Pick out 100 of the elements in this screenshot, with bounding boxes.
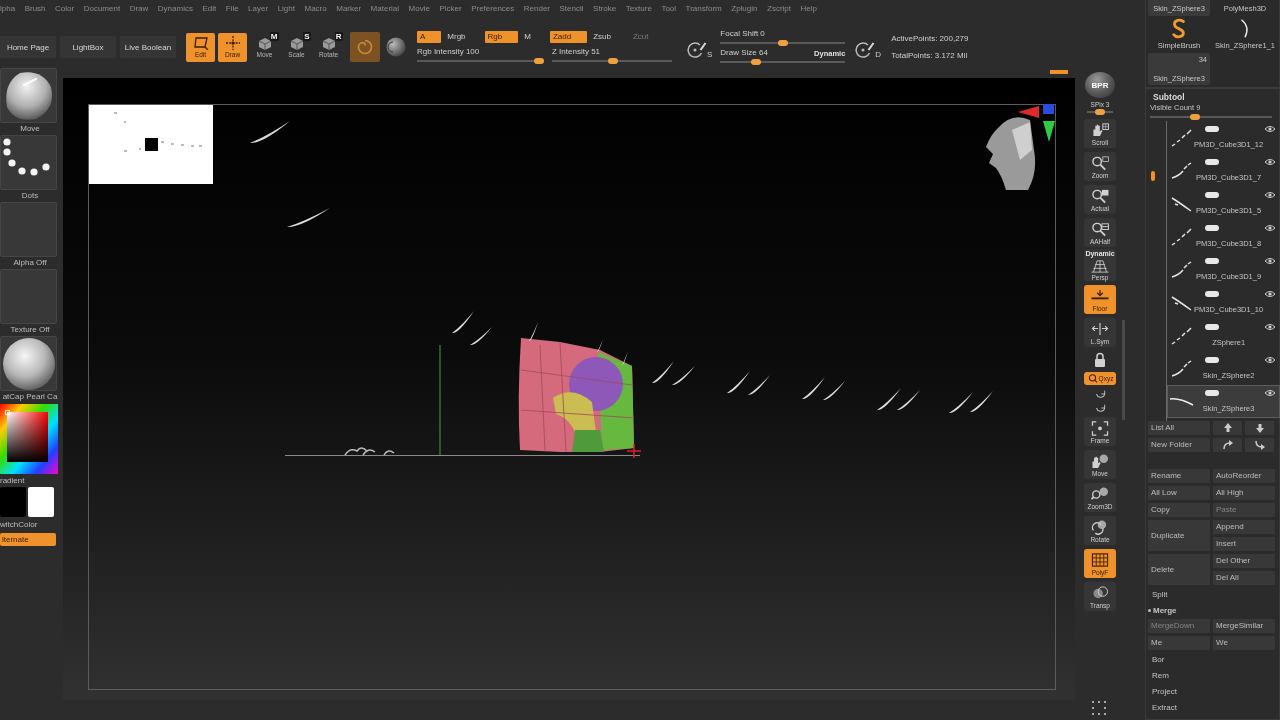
list-scroll-thumb[interactable] — [1151, 171, 1155, 181]
action-button[interactable]: AutoReorder — [1213, 469, 1275, 483]
eye-icon[interactable] — [1264, 256, 1277, 265]
circle-pen-button[interactable]: S — [687, 35, 713, 59]
slider-thumb[interactable] — [777, 40, 788, 46]
menu-item[interactable]: Stencil — [559, 3, 584, 13]
slider-thumb[interactable] — [534, 57, 544, 64]
menu-item[interactable]: Stroke — [593, 3, 617, 13]
rotate-arrow-icon[interactable] — [1094, 389, 1106, 399]
menu-item[interactable]: Macro — [304, 3, 327, 13]
alternate-button[interactable]: lternate — [0, 533, 56, 546]
menu-item[interactable]: Marker — [336, 3, 362, 13]
nav-button[interactable]: Live Boolean — [120, 36, 176, 58]
nav-button[interactable]: LightBox — [60, 36, 116, 58]
section-header[interactable]: Extract — [1152, 701, 1177, 714]
menu-item[interactable]: Edit — [202, 3, 217, 13]
channel-toggle[interactable]: A — [417, 31, 442, 43]
action-button[interactable]: Duplicate — [1148, 520, 1210, 551]
channel-toggle[interactable]: Zadd — [549, 31, 588, 43]
menu-item[interactable]: Light — [277, 3, 295, 13]
switch-color-button[interactable]: witchColor — [0, 519, 38, 531]
menu-item[interactable]: Draw — [129, 3, 149, 13]
menu-item[interactable]: File — [225, 3, 239, 13]
menu-item[interactable]: Preferences — [471, 3, 515, 13]
section-header[interactable]: Split — [1152, 588, 1168, 601]
menu-item[interactable]: Material — [370, 3, 400, 13]
menu-item[interactable]: Help — [800, 3, 817, 13]
nav-button[interactable]: Home Page — [0, 36, 56, 58]
eye-icon[interactable] — [1264, 322, 1277, 331]
eye-icon[interactable] — [1264, 124, 1277, 133]
action-button[interactable]: We — [1213, 636, 1275, 650]
menu-item[interactable]: Zplugin — [731, 3, 758, 13]
rotate-arrow-icon[interactable] — [1094, 403, 1106, 413]
action-button[interactable]: All High — [1213, 486, 1275, 500]
section-header[interactable]: Rem — [1152, 669, 1169, 682]
slider-thumb[interactable] — [608, 57, 619, 64]
menu-item[interactable]: Render — [523, 3, 551, 13]
menu-item[interactable]: Picker — [439, 3, 462, 13]
orientation-gizmo[interactable] — [986, 104, 1055, 190]
curved-arrow-button[interactable] — [1213, 438, 1242, 452]
color-swatch[interactable] — [0, 487, 26, 517]
slider-track[interactable] — [417, 57, 544, 64]
color-swatch[interactable] — [28, 487, 54, 517]
slider-thumb[interactable] — [1095, 109, 1105, 115]
resize-handle[interactable] — [1050, 70, 1068, 74]
menu-item[interactable]: Document — [83, 3, 121, 13]
action-button[interactable]: Del Other — [1213, 554, 1275, 568]
folder-button[interactable]: New Folder — [1148, 438, 1210, 452]
slider-thumb[interactable] — [751, 59, 762, 65]
alpha-thumbnail-button[interactable] — [0, 202, 57, 257]
render-sphere-button[interactable]: BPR — [1085, 72, 1115, 98]
eye-icon[interactable] — [1264, 355, 1277, 364]
slider-thumb[interactable] — [1190, 114, 1201, 120]
menu-item[interactable]: Tool — [661, 3, 677, 13]
stroke-thumbnail-button[interactable] — [0, 135, 57, 190]
eye-icon[interactable] — [1264, 190, 1277, 199]
eye-icon[interactable] — [1264, 157, 1277, 166]
arrow-down-button[interactable] — [1245, 421, 1274, 435]
action-button[interactable]: MergeSimilar — [1213, 619, 1275, 633]
menu-item[interactable]: Transform — [685, 3, 722, 13]
curved-arrow-button[interactable] — [1245, 438, 1274, 452]
circle-pen-button[interactable]: D — [855, 35, 882, 59]
action-button[interactable]: Append — [1213, 520, 1275, 534]
eye-icon[interactable] — [1264, 289, 1277, 298]
sphere-icon[interactable] — [386, 37, 406, 57]
channel-toggle[interactable]: Rgb — [484, 31, 519, 43]
action-button[interactable]: Insert — [1213, 537, 1275, 551]
menu-item[interactable]: Color — [55, 3, 75, 13]
menu-item[interactable]: lpha — [0, 3, 16, 13]
channel-toggle[interactable]: Zsub — [590, 31, 627, 43]
menu-item[interactable]: Zscript — [767, 3, 791, 13]
action-button[interactable]: Delete — [1148, 554, 1210, 585]
menu-item[interactable]: Texture — [625, 3, 652, 13]
sculpted-model-drawing[interactable] — [518, 322, 635, 453]
brush-thumbnail-button[interactable] — [0, 68, 57, 123]
channel-toggle[interactable]: Mrgb — [444, 31, 482, 43]
menu-item[interactable]: Movie — [408, 3, 430, 13]
action-button[interactable]: Rename — [1148, 469, 1210, 483]
gradient-toggle[interactable]: radient — [0, 475, 25, 487]
list-button[interactable]: List All — [1148, 421, 1210, 435]
swirl-toggle-button[interactable] — [350, 32, 380, 62]
material-thumbnail-button[interactable] — [0, 336, 57, 391]
action-button[interactable]: All Low — [1148, 486, 1210, 500]
texture-thumbnail-button[interactable] — [0, 269, 57, 324]
navigator-thumbnail[interactable] — [89, 105, 213, 184]
section-header[interactable]: Project — [1152, 685, 1177, 698]
action-button[interactable]: Del All — [1213, 571, 1275, 585]
section-header[interactable]: Merge — [1153, 604, 1177, 617]
section-header[interactable]: Bor — [1152, 653, 1165, 666]
hand-icon — [1090, 121, 1110, 138]
channel-toggle[interactable]: M — [521, 31, 547, 43]
eye-icon[interactable] — [1264, 388, 1277, 397]
color-picker[interactable] — [0, 404, 58, 474]
action-button[interactable]: Copy — [1148, 503, 1210, 517]
menu-item[interactable]: Layer — [248, 3, 269, 13]
menu-item[interactable]: Dynamics — [157, 3, 193, 13]
arrow-up-button[interactable] — [1213, 421, 1242, 435]
eye-icon[interactable] — [1264, 223, 1277, 232]
action-button[interactable]: Me — [1148, 636, 1210, 650]
menu-item[interactable]: Brush — [24, 3, 46, 13]
